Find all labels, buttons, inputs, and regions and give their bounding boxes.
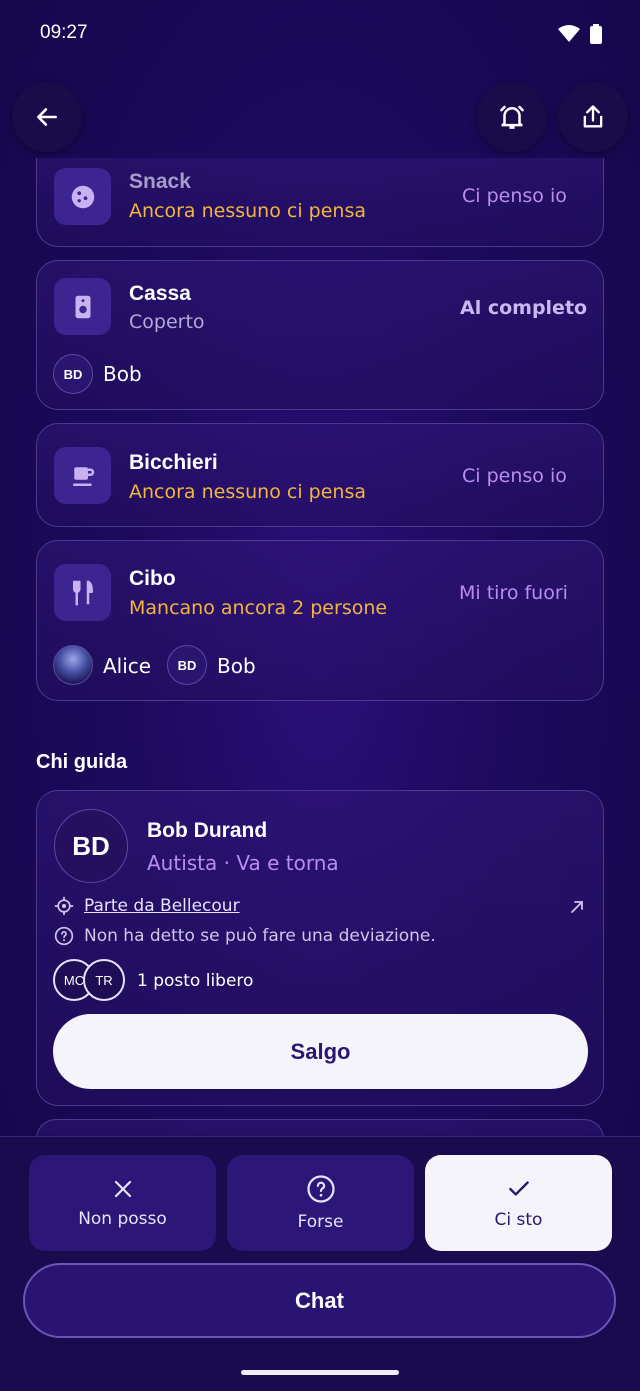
departure-link[interactable]: Parte da Bellecour xyxy=(84,896,240,916)
item-title: Cassa xyxy=(129,282,191,305)
home-indicator[interactable] xyxy=(241,1370,399,1375)
help-circle-icon xyxy=(54,926,74,946)
item-title: Cibo xyxy=(129,567,176,590)
rsvp-yes-label: Ci sto xyxy=(494,1210,543,1230)
driver-role: Autista · Va e torna xyxy=(147,851,339,875)
rsvp-yes-button[interactable]: Ci sto xyxy=(425,1155,612,1251)
driver-card: BD Bob Durand Autista · Va e torna Parte… xyxy=(36,790,604,1106)
leave-item-button[interactable]: Mi tiro fuori xyxy=(459,582,568,604)
cookie-icon xyxy=(54,168,111,225)
question-icon xyxy=(306,1175,335,1203)
close-icon xyxy=(114,1180,131,1198)
person-name: Bob xyxy=(217,654,256,678)
driver-name: Bob Durand xyxy=(147,819,268,842)
claim-item-button[interactable]: Ci penso io xyxy=(462,465,567,487)
back-button[interactable] xyxy=(12,82,82,152)
rsvp-maybe-button[interactable]: Forse xyxy=(227,1155,414,1251)
wifi-icon xyxy=(558,25,580,42)
item-title: Bicchieri xyxy=(129,451,218,474)
claim-item-button[interactable]: Ci penso io xyxy=(462,185,567,207)
battery-icon xyxy=(590,24,602,44)
arrow-left-icon xyxy=(37,108,57,126)
rsvp-no-label: Non posso xyxy=(78,1209,167,1229)
share-icon xyxy=(583,105,603,128)
rsvp-no-button[interactable]: Non posso xyxy=(29,1155,216,1251)
passenger-avatar: TR xyxy=(83,959,125,1001)
detour-info: Non ha detto se può fare una deviazione. xyxy=(84,926,436,946)
external-arrow-icon[interactable] xyxy=(569,899,585,915)
seats-available: 1 posto libero xyxy=(137,971,254,991)
item-card-cassa: Cassa Coperto Al completo BD Bob xyxy=(36,260,604,410)
item-card-bicchieri: Bicchieri Ancora nessuno ci pensa Ci pen… xyxy=(36,423,604,527)
avatar: BD xyxy=(167,645,207,685)
share-button[interactable] xyxy=(558,82,628,152)
person-name: Alice xyxy=(103,654,152,678)
chat-button[interactable]: Chat xyxy=(23,1263,616,1338)
driver-avatar: BD xyxy=(54,809,128,883)
item-full-label: Al completo xyxy=(460,297,588,319)
item-status: Ancora nessuno ci pensa xyxy=(129,200,366,222)
item-title: Snack xyxy=(129,170,191,193)
chat-label: Chat xyxy=(295,1287,344,1313)
alarm-bell-icon xyxy=(500,105,524,129)
person-name: Bob xyxy=(103,362,142,386)
rsvp-maybe-label: Forse xyxy=(297,1212,344,1232)
cup-icon xyxy=(54,447,111,504)
status-bar: 09:27 xyxy=(0,0,640,70)
clock: 09:27 xyxy=(40,22,88,43)
join-ride-button[interactable]: Salgo xyxy=(53,1014,588,1089)
cutlery-icon xyxy=(54,564,111,621)
location-target-icon xyxy=(54,896,74,916)
speaker-icon xyxy=(54,278,111,335)
avatar: BD xyxy=(53,354,93,394)
reminder-button[interactable] xyxy=(477,82,547,152)
join-ride-label: Salgo xyxy=(290,1038,351,1064)
item-status: Ancora nessuno ci pensa xyxy=(129,481,366,503)
section-title-drivers: Chi guida xyxy=(36,751,128,773)
check-icon xyxy=(508,1181,529,1196)
item-status: Coperto xyxy=(129,311,205,333)
item-status: Mancano ancora 2 persone xyxy=(129,597,388,619)
avatar xyxy=(53,645,93,685)
item-card-cibo: Cibo Mancano ancora 2 persone Mi tiro fu… xyxy=(36,540,604,701)
item-card-snack: Snack Ancora nessuno ci pensa Ci penso i… xyxy=(36,158,604,247)
